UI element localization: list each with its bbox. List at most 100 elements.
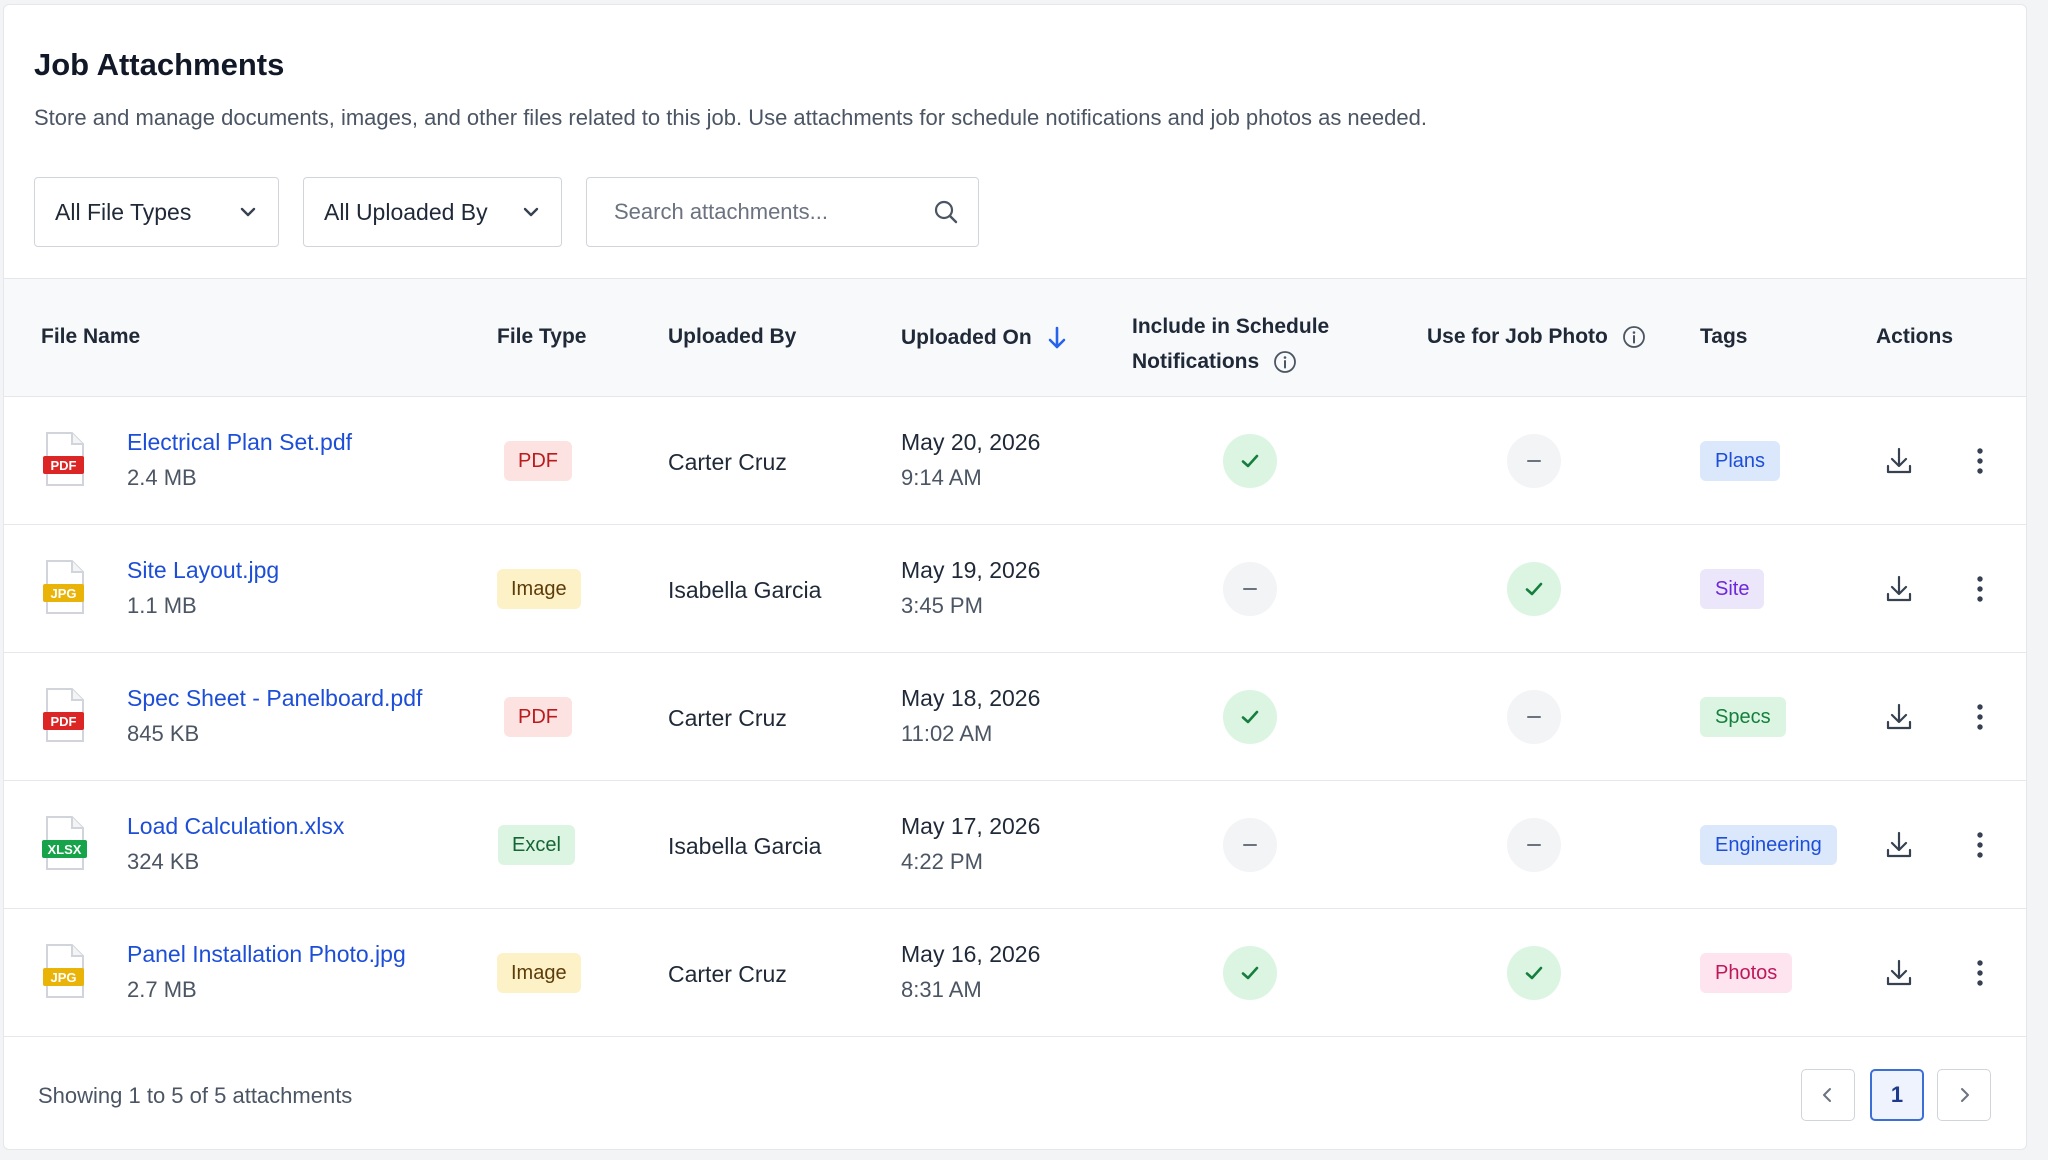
- file-name-link[interactable]: Electrical Plan Set.pdf: [127, 429, 352, 456]
- search-box: [586, 177, 979, 247]
- column-header-uploaded-on[interactable]: Uploaded On: [901, 325, 1068, 351]
- column-header-file-name[interactable]: File Name: [41, 325, 140, 349]
- column-header-actions: Actions: [1876, 325, 1954, 348]
- chevron-down-icon: [523, 207, 539, 217]
- uploaded-by: Isabella Garcia: [668, 577, 822, 603]
- download-icon[interactable]: [1883, 957, 1915, 989]
- schedule-toggle[interactable]: [1223, 946, 1277, 1000]
- more-vertical-icon[interactable]: [1968, 829, 1992, 861]
- file-type-select-value: All File Types: [55, 198, 192, 225]
- uploaded-by: Isabella Garcia: [668, 833, 822, 859]
- next-page-button[interactable]: [1937, 1069, 1991, 1121]
- column-header-schedule-notifications: Include in Schedule Notifications: [1132, 309, 1329, 379]
- column-header-tags: Tags: [1700, 325, 1748, 348]
- uploaded-time: 8:31 AM: [901, 977, 982, 1002]
- uploaded-time: 3:45 PM: [901, 593, 983, 618]
- download-icon[interactable]: [1883, 701, 1915, 733]
- chevron-left-icon: [1823, 1088, 1831, 1102]
- filter-bar: All File Types All Uploaded By: [34, 177, 979, 247]
- check-icon: [1241, 966, 1259, 980]
- table-row: PDF Electrical Plan Set.pdf 2.4 MB PDF C…: [4, 397, 2026, 525]
- page-description: Store and manage documents, images, and …: [34, 105, 1427, 130]
- file-size: 2.7 MB: [127, 977, 197, 1002]
- uploaded-by: Carter Cruz: [668, 449, 787, 475]
- schedule-toggle[interactable]: [1223, 562, 1277, 616]
- table-header: File Name File Type Uploaded By Uploaded…: [4, 278, 2026, 397]
- job-photo-toggle[interactable]: [1507, 690, 1561, 744]
- tag-badge: Specs: [1700, 697, 1786, 737]
- dash-icon: [1527, 460, 1541, 462]
- file-type-select[interactable]: All File Types: [34, 177, 279, 247]
- table-row: JPG Panel Installation Photo.jpg 2.7 MB …: [4, 909, 2026, 1037]
- column-header-schedule-line1: Include in Schedule: [1132, 315, 1330, 338]
- tag-badge: Plans: [1700, 441, 1781, 481]
- file-size: 1.1 MB: [127, 593, 197, 618]
- file-type-badge: Image: [497, 569, 581, 609]
- column-header-schedule-line2: Notifications: [1132, 350, 1260, 373]
- schedule-toggle[interactable]: [1223, 818, 1277, 872]
- more-vertical-icon[interactable]: [1968, 957, 1992, 989]
- column-header-job-photo-label: Use for Job Photo: [1427, 325, 1608, 348]
- search-input[interactable]: [614, 199, 914, 225]
- svg-text:XLSX: XLSX: [48, 842, 82, 857]
- job-photo-toggle[interactable]: [1507, 946, 1561, 1000]
- jpg-file-icon: JPG: [43, 560, 84, 614]
- check-icon: [1525, 966, 1543, 980]
- check-icon: [1241, 710, 1259, 724]
- more-vertical-icon[interactable]: [1968, 701, 1992, 733]
- schedule-toggle[interactable]: [1223, 434, 1277, 488]
- tag-badge: Photos: [1700, 953, 1793, 993]
- uploaded-by: Carter Cruz: [668, 961, 787, 987]
- uploaded-by-select-value: All Uploaded By: [324, 198, 488, 225]
- download-icon[interactable]: [1883, 573, 1915, 605]
- uploaded-time: 11:02 AM: [901, 721, 993, 746]
- pagination-summary: Showing 1 to 5 of 5 attachments: [38, 1083, 353, 1108]
- file-type-badge: PDF: [504, 441, 572, 481]
- dash-icon: [1243, 588, 1257, 590]
- uploaded-by: Carter Cruz: [668, 705, 787, 731]
- column-header-uploaded-by[interactable]: Uploaded By: [668, 325, 796, 349]
- uploaded-date: May 19, 2026: [901, 557, 1041, 583]
- column-header-file-type[interactable]: File Type: [497, 325, 586, 349]
- dash-icon: [1527, 716, 1541, 718]
- dash-icon: [1243, 844, 1257, 846]
- uploaded-date: May 20, 2026: [901, 429, 1041, 455]
- download-icon[interactable]: [1883, 829, 1915, 861]
- uploaded-time: 9:14 AM: [901, 465, 982, 490]
- tag-badge: Engineering: [1700, 825, 1837, 865]
- previous-page-button[interactable]: [1801, 1069, 1855, 1121]
- pdf-file-icon: PDF: [43, 432, 84, 486]
- uploaded-time: 4:22 PM: [901, 849, 983, 874]
- attachments-card: Job Attachments Store and manage documen…: [3, 4, 2027, 1150]
- uploaded-by-select[interactable]: All Uploaded By: [303, 177, 562, 247]
- uploaded-date: May 16, 2026: [901, 941, 1041, 967]
- jpg-file-icon: JPG: [43, 944, 84, 998]
- more-vertical-icon[interactable]: [1968, 573, 1992, 605]
- schedule-toggle[interactable]: [1223, 690, 1277, 744]
- pdf-file-icon: PDF: [43, 688, 84, 742]
- column-header-uploaded-on-label: Uploaded On: [901, 326, 1032, 349]
- arrow-down-icon[interactable]: [1046, 325, 1068, 351]
- search-icon[interactable]: [932, 198, 960, 226]
- file-type-badge: PDF: [504, 697, 572, 737]
- download-icon[interactable]: [1883, 445, 1915, 477]
- svg-text:JPG: JPG: [50, 970, 76, 985]
- svg-text:JPG: JPG: [50, 586, 76, 601]
- more-vertical-icon[interactable]: [1968, 445, 1992, 477]
- page-title: Job Attachments: [34, 47, 285, 82]
- dash-icon: [1527, 844, 1541, 846]
- info-icon[interactable]: [1273, 350, 1297, 374]
- column-header-job-photo: Use for Job Photo: [1427, 325, 1646, 349]
- page-1-button[interactable]: 1: [1870, 1069, 1924, 1121]
- job-photo-toggle[interactable]: [1507, 818, 1561, 872]
- job-photo-toggle[interactable]: [1507, 562, 1561, 616]
- file-type-badge: Image: [497, 953, 581, 993]
- file-type-badge: Excel: [498, 825, 575, 865]
- file-name-link[interactable]: Spec Sheet - Panelboard.pdf: [127, 685, 422, 712]
- chevron-down-icon: [240, 207, 256, 217]
- info-icon[interactable]: [1622, 325, 1646, 349]
- job-photo-toggle[interactable]: [1507, 434, 1561, 488]
- file-name-link[interactable]: Site Layout.jpg: [127, 557, 279, 584]
- file-name-link[interactable]: Panel Installation Photo.jpg: [127, 941, 406, 968]
- file-name-link[interactable]: Load Calculation.xlsx: [127, 813, 344, 840]
